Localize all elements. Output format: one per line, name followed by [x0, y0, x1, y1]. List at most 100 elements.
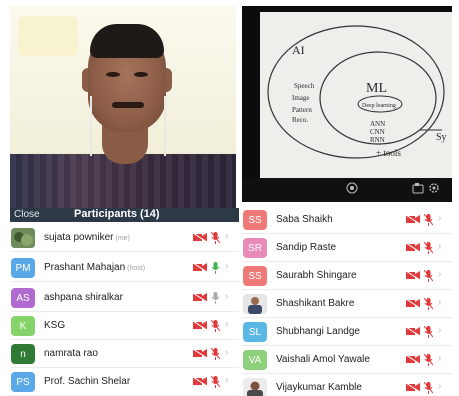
participant-row[interactable]: PS Prof. Sachin Shelar › [10, 368, 239, 396]
avatar [243, 294, 267, 314]
participants-panel-left: Close Participants (14) sujata powniker(… [10, 208, 239, 396]
avatar [243, 378, 267, 396]
video-off-icon [193, 293, 207, 302]
avatar: K [11, 316, 35, 336]
chevron-right-icon[interactable]: › [225, 319, 228, 330]
settings-icon[interactable] [428, 182, 440, 194]
participant-status-icons: › [193, 231, 237, 244]
avatar: SS [243, 210, 267, 230]
close-button[interactable]: Close [14, 209, 40, 220]
participant-row[interactable]: K KSG › [10, 312, 239, 340]
speaker-mustache [112, 102, 144, 108]
participant-row[interactable]: PM Prashant Mahajan (host) › [10, 254, 239, 282]
video-off-icon [406, 327, 420, 336]
ai-label: AI [292, 43, 305, 57]
avatar: PM [11, 258, 35, 278]
participant-status-icons: › [406, 325, 450, 338]
video-off-icon [406, 299, 420, 308]
chevron-right-icon[interactable]: › [225, 231, 228, 242]
participant-row[interactable]: Shashikant Bakre › [242, 290, 452, 318]
mic-muted-icon [424, 354, 433, 366]
participant-row[interactable]: sujata powniker (me) › [10, 224, 239, 252]
participant-name: KSG [44, 320, 66, 331]
speaker-eye-left [106, 72, 120, 77]
video-off-icon [406, 215, 420, 224]
video-off-icon [406, 355, 420, 364]
note-edge: Sy [436, 132, 447, 143]
mic-idle-icon [211, 292, 220, 304]
note-cnn: CNN [370, 128, 385, 136]
participant-row[interactable]: AS ashpana shiralkar › [10, 284, 239, 312]
avatar: SL [243, 322, 267, 342]
participant-row[interactable]: Vijaykumar Kamble › [242, 374, 452, 396]
participant-status-icons: › [193, 375, 237, 388]
participant-status-icons: › [406, 297, 450, 310]
note-ann: ANN [370, 120, 385, 128]
participant-row[interactable]: SS Saba Shaikh › [242, 206, 452, 234]
chevron-right-icon[interactable]: › [438, 381, 441, 392]
video-off-icon [193, 349, 207, 358]
participant-name: Saba Shaikh [276, 214, 333, 225]
participant-name: Prof. Sachin Shelar [44, 376, 131, 387]
mic-muted-icon [424, 298, 433, 310]
screenshot-icon[interactable] [412, 183, 424, 194]
chevron-right-icon[interactable]: › [438, 353, 441, 364]
participant-row[interactable]: n namrata rao › [10, 340, 239, 368]
participant-status-icons: › [193, 347, 237, 360]
video-off-icon [193, 263, 207, 272]
avatar: SR [243, 238, 267, 258]
chevron-right-icon[interactable]: › [438, 269, 441, 280]
participant-video-right[interactable]: AI ML Deep learning Speech Image Pattern… [242, 6, 452, 202]
chevron-right-icon[interactable]: › [438, 241, 441, 252]
note-speech: Speech [294, 82, 315, 90]
avatar: n [11, 344, 35, 364]
participant-name: Saurabh Shingare [276, 270, 357, 281]
participant-status-icons: › [193, 291, 237, 304]
whiteboard-drawing: AI ML Deep learning Speech Image Pattern… [267, 25, 447, 159]
chevron-right-icon[interactable]: › [438, 213, 441, 224]
participant-status-icons: › [406, 241, 450, 254]
mic-muted-icon [424, 382, 433, 394]
mic-muted-icon [211, 320, 220, 332]
chevron-right-icon[interactable]: › [225, 375, 228, 386]
participant-row[interactable]: SR Sandip Raste › [242, 234, 452, 262]
participant-name: Shubhangi Landge [276, 326, 360, 337]
avatar: PS [11, 372, 35, 392]
video-off-icon [193, 233, 207, 242]
mic-muted-icon [211, 348, 220, 360]
video-off-icon [193, 377, 207, 386]
participant-name: namrata rao [44, 348, 98, 359]
participant-row[interactable]: SL Shubhangi Landge › [242, 318, 452, 346]
participant-row[interactable]: VA Vaishali Amol Yawale › [242, 346, 452, 374]
avatar: SS [243, 266, 267, 286]
camera-switch-icon[interactable] [346, 182, 358, 194]
mic-active-icon [211, 262, 220, 274]
chevron-right-icon[interactable]: › [438, 325, 441, 336]
wall-light [18, 16, 78, 56]
avatar: VA [243, 350, 267, 370]
avatar: AS [11, 288, 35, 308]
participant-video-left[interactable] [10, 6, 236, 208]
participant-name: ashpana shiralkar [44, 292, 123, 303]
chevron-right-icon[interactable]: › [225, 347, 228, 358]
video-off-icon [406, 243, 420, 252]
participant-status-icons: › [406, 353, 450, 366]
participant-name: sujata powniker (me) [44, 232, 130, 243]
chevron-right-icon[interactable]: › [225, 291, 228, 302]
note-tools: + tools [376, 148, 401, 158]
avatar-photo [11, 228, 35, 248]
video-off-icon [406, 271, 420, 280]
speaker-eye-right [134, 72, 148, 77]
mic-muted-icon [211, 232, 220, 244]
participant-name: Vijaykumar Kamble [276, 382, 362, 393]
participant-row[interactable]: SS Saurabh Shingare › [242, 262, 452, 290]
mic-muted-icon [424, 242, 433, 254]
participant-name: Shashikant Bakre [276, 298, 355, 309]
participant-name: Vaishali Amol Yawale [276, 354, 370, 365]
participant-status-icons: › [406, 269, 450, 282]
chevron-right-icon[interactable]: › [438, 297, 441, 308]
earphone-wire-right [164, 96, 166, 156]
video-off-icon [406, 383, 420, 392]
note-image: Image [292, 94, 310, 102]
chevron-right-icon[interactable]: › [225, 261, 228, 272]
